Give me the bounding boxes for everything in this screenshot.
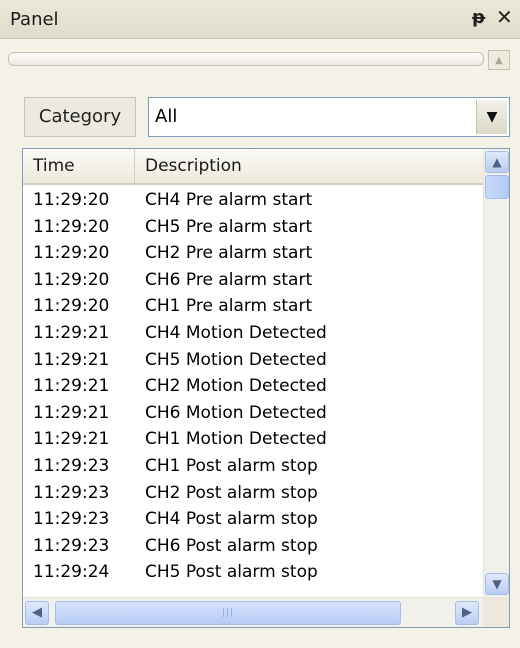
list-rows: 11:29:20 CH4 Pre alarm start 11:29:20 CH5 …: [23, 187, 483, 586]
row-description: CH1 Pre alarm start: [145, 296, 313, 317]
row-description: CH6 Pre alarm start: [145, 269, 313, 290]
list-item[interactable]: 11:29:24 CH5 Post alarm stop: [23, 559, 483, 586]
row-time: 11:29:21: [33, 376, 110, 397]
column-header-description[interactable]: Description: [135, 149, 483, 183]
row-time: 11:29:20: [33, 296, 110, 317]
close-icon[interactable]: ✕: [496, 5, 513, 29]
row-time: 11:29:23: [33, 455, 110, 476]
list-item[interactable]: 11:29:20 CH5 Pre alarm start: [23, 214, 483, 241]
row-time: 11:29:23: [33, 509, 110, 530]
row-time: 11:29:23: [33, 482, 110, 503]
row-time: 11:29:23: [33, 535, 110, 556]
toolbar-scroll-up-button[interactable]: ▲: [488, 50, 510, 70]
scrollbar-corner: [483, 597, 509, 627]
list-item[interactable]: 11:29:23 CH6 Post alarm stop: [23, 533, 483, 560]
vertical-scrollbar[interactable]: ▲ ▼: [483, 149, 509, 597]
list-item[interactable]: 11:29:21 CH5 Motion Detected: [23, 347, 483, 374]
row-time: 11:29:24: [33, 562, 110, 583]
panel-titlebar: Panel ᵽ ✕: [0, 0, 520, 39]
list-item[interactable]: 11:29:23 CH4 Post alarm stop: [23, 506, 483, 533]
chevron-down-icon[interactable]: ▼: [476, 100, 507, 134]
event-list[interactable]: Time Description 11:29:20 CH4 Pre alarm s…: [22, 148, 510, 628]
row-time: 11:29:20: [33, 243, 110, 264]
row-description: CH6 Motion Detected: [145, 402, 327, 423]
row-time: 11:29:21: [33, 429, 110, 450]
row-description: CH4 Pre alarm start: [145, 190, 313, 210]
row-description: CH2 Post alarm stop: [145, 482, 318, 503]
row-description: CH1 Motion Detected: [145, 429, 327, 450]
row-description: CH5 Post alarm stop: [145, 562, 318, 583]
list-item[interactable]: 11:29:23 CH1 Post alarm stop: [23, 453, 483, 480]
row-description: CH4 Motion Detected: [145, 322, 327, 343]
toolbar-strip: [8, 52, 484, 66]
list-item[interactable]: 11:29:21 CH4 Motion Detected: [23, 320, 483, 347]
list-header: Time Description: [23, 149, 483, 185]
scroll-up-icon[interactable]: ▲: [485, 151, 509, 173]
row-time: 11:29:20: [33, 190, 110, 210]
scroll-right-icon[interactable]: ▶: [455, 601, 479, 625]
horizontal-scroll-thumb[interactable]: |||: [55, 601, 401, 625]
row-description: CH1 Post alarm stop: [145, 455, 318, 476]
category-label: Category: [24, 97, 136, 137]
row-time: 11:29:20: [33, 269, 110, 290]
list-item[interactable]: 11:29:21 CH2 Motion Detected: [23, 373, 483, 400]
category-select[interactable]: All ▼: [148, 97, 510, 137]
list-item[interactable]: 11:29:21 CH1 Motion Detected: [23, 426, 483, 453]
list-item[interactable]: 11:29:23 CH2 Post alarm stop: [23, 480, 483, 507]
row-time: 11:29:20: [33, 216, 110, 237]
row-description: CH2 Motion Detected: [145, 376, 327, 397]
scroll-left-icon[interactable]: ◀: [25, 601, 49, 625]
row-description: CH4 Post alarm stop: [145, 509, 318, 530]
row-description: CH6 Post alarm stop: [145, 535, 318, 556]
list-item[interactable]: 11:29:20 CH4 Pre alarm start: [23, 187, 483, 214]
category-select-value: All: [155, 106, 178, 127]
panel-title: Panel: [10, 9, 59, 30]
horizontal-scrollbar[interactable]: ◀ ||| ▶: [23, 597, 483, 627]
row-description: CH5 Pre alarm start: [145, 216, 313, 237]
list-item[interactable]: 11:29:20 CH6 Pre alarm start: [23, 267, 483, 294]
column-header-time[interactable]: Time: [23, 149, 135, 183]
pin-icon[interactable]: ᵽ: [472, 7, 485, 28]
list-item[interactable]: 11:29:21 CH6 Motion Detected: [23, 400, 483, 427]
list-item[interactable]: 11:29:20 CH2 Pre alarm start: [23, 240, 483, 267]
vertical-scroll-thumb[interactable]: [485, 175, 509, 199]
scroll-down-icon[interactable]: ▼: [485, 573, 509, 595]
row-description: CH5 Motion Detected: [145, 349, 327, 370]
list-item[interactable]: 11:29:20 CH1 Pre alarm start: [23, 293, 483, 320]
row-time: 11:29:21: [33, 402, 110, 423]
row-time: 11:29:21: [33, 349, 110, 370]
row-description: CH2 Pre alarm start: [145, 243, 313, 264]
row-time: 11:29:21: [33, 322, 110, 343]
